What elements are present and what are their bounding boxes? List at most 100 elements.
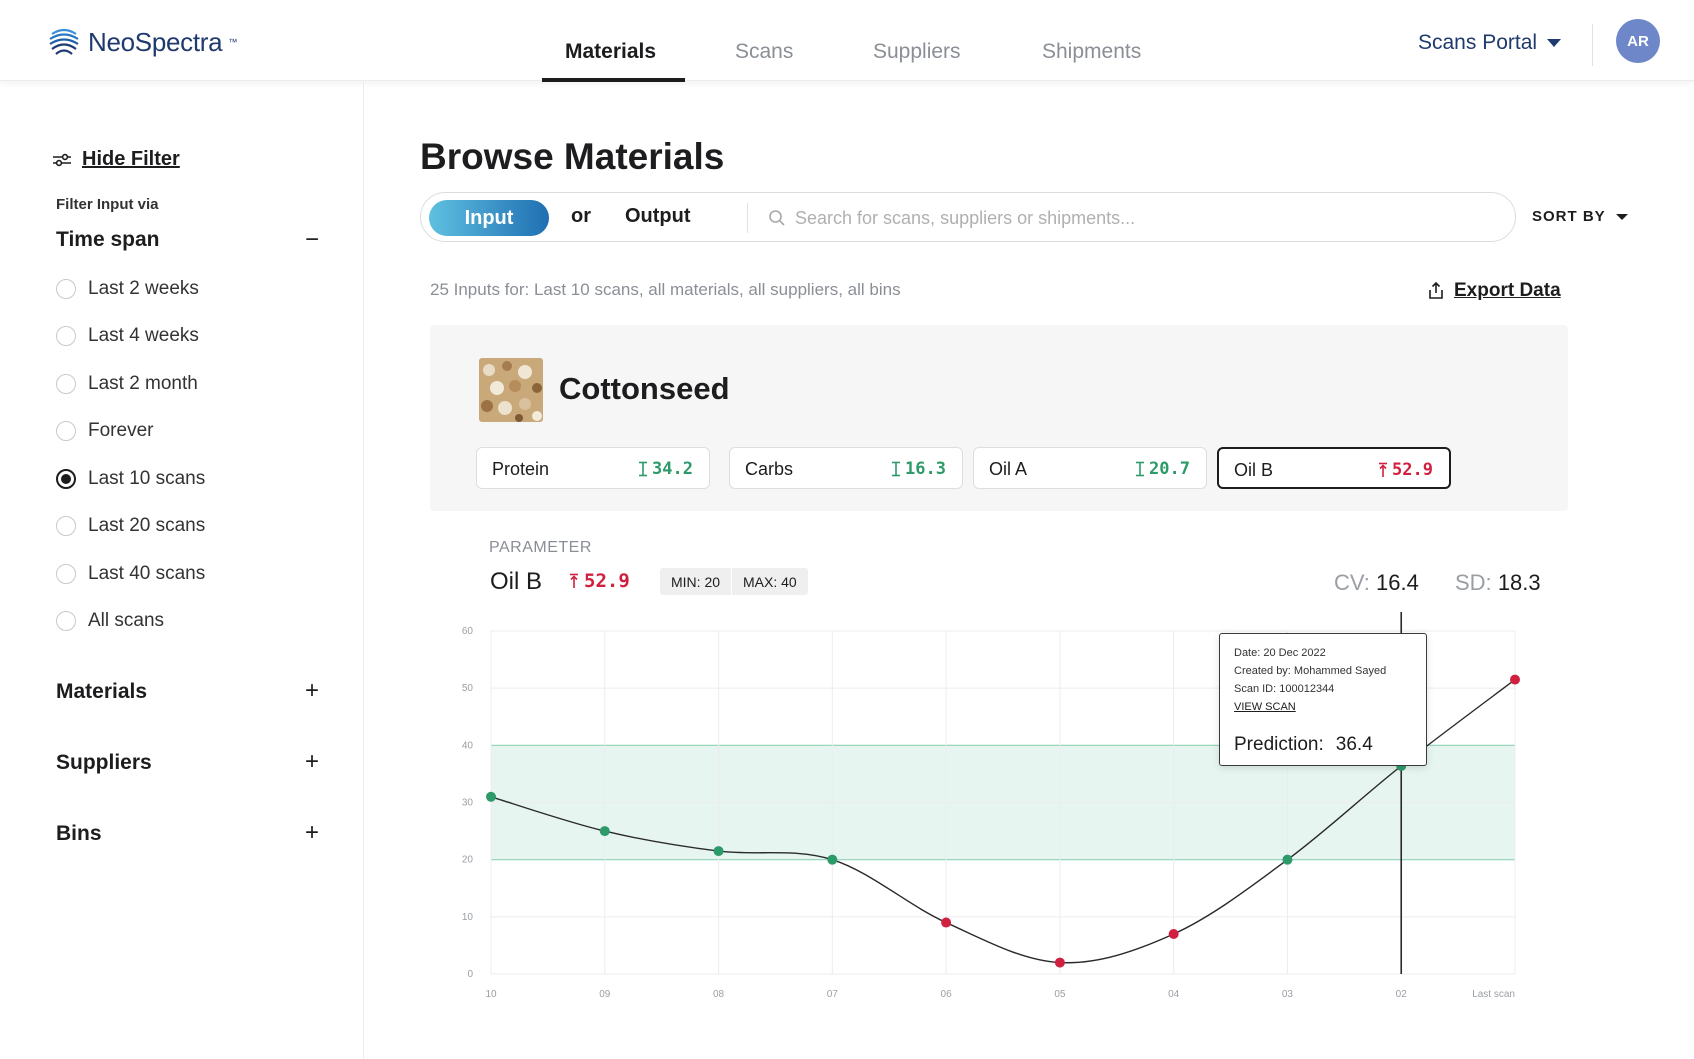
tooltip-scan-id: Scan ID: 100012344: [1234, 683, 1335, 695]
chip-number: 20.7: [1149, 459, 1190, 479]
radio-button-checked[interactable]: [56, 469, 76, 489]
chip-value: 34.2: [637, 459, 693, 479]
expand-icon[interactable]: +: [305, 750, 319, 774]
y-tick-label: 20: [462, 855, 474, 866]
time-span-option-selected[interactable]: Last 10 scans: [56, 468, 205, 490]
above-range-icon: [570, 573, 578, 588]
brand-trademark: ™: [228, 37, 238, 47]
tab-shipments[interactable]: Shipments: [1042, 40, 1141, 64]
output-toggle-button[interactable]: Output: [625, 205, 691, 228]
radio-button[interactable]: [56, 611, 76, 631]
tab-materials[interactable]: Materials: [565, 40, 656, 64]
min-max-badge: MIN: 20 MAX: 40: [660, 568, 808, 595]
filter-via-label: Filter Input via: [56, 196, 159, 213]
time-span-option[interactable]: Forever: [56, 420, 153, 442]
result-summary: 25 Inputs for: Last 10 scans, all materi…: [430, 280, 901, 299]
material-card: Cottonseed Protein 34.2 Carbs 16.3 Oil A: [430, 325, 1568, 511]
export-data-label: Export Data: [1454, 280, 1561, 301]
search-input[interactable]: [795, 203, 1475, 233]
time-span-option[interactable]: Last 20 scans: [56, 515, 205, 537]
data-point-in-range: [713, 846, 724, 857]
sort-by-label: SORT BY: [1532, 208, 1606, 225]
x-tick-label: 05: [1054, 989, 1066, 1000]
bins-filter-heading[interactable]: Bins: [56, 822, 102, 846]
radio-button[interactable]: [56, 564, 76, 584]
data-point-out-of-range: [1054, 957, 1065, 968]
radio-button[interactable]: [56, 326, 76, 346]
cv-stat: CV: 16.4: [1334, 570, 1419, 596]
data-point-in-range: [827, 854, 838, 865]
time-span-option[interactable]: Last 2 weeks: [56, 278, 199, 300]
cv-label: CV:: [1334, 570, 1370, 595]
parameter-chip-oil-b[interactable]: Oil B 52.9: [1217, 447, 1451, 489]
radio-label: Last 2 month: [88, 373, 198, 394]
view-scan-link[interactable]: VIEW SCAN: [1234, 701, 1296, 713]
active-tab-indicator: [542, 78, 685, 82]
radio-label: Last 2 weeks: [88, 278, 199, 299]
x-tick-label: 02: [1396, 989, 1408, 1000]
brand-logo[interactable]: NeoSpectra ™: [46, 24, 237, 60]
data-point-in-range: [486, 791, 496, 802]
tooltip-prediction: Prediction: 36.4: [1234, 734, 1373, 756]
neospectra-logo-icon: [49, 28, 79, 55]
chip-label: Oil A: [989, 459, 1028, 479]
tooltip-created-by: Created by: Mohammed Sayed: [1234, 665, 1387, 677]
y-tick-label: 60: [462, 626, 474, 637]
export-data-link[interactable]: Export Data: [1426, 280, 1561, 302]
time-span-option[interactable]: Last 4 weeks: [56, 325, 199, 347]
hide-filter-label: Hide Filter: [82, 148, 180, 170]
parameter-chip-oil-a[interactable]: Oil A 20.7: [973, 447, 1207, 489]
in-range-icon: [639, 461, 648, 477]
x-tick-label: 08: [713, 989, 725, 1000]
chip-label: Carbs: [745, 459, 794, 479]
collapse-icon[interactable]: −: [305, 228, 319, 252]
material-name: Cottonseed: [559, 371, 730, 406]
time-span-option[interactable]: Last 40 scans: [56, 563, 205, 585]
radio-button[interactable]: [56, 374, 76, 394]
hide-filter-link[interactable]: Hide Filter: [52, 148, 180, 171]
input-toggle-button[interactable]: Input: [429, 200, 549, 236]
time-span-heading[interactable]: Time span: [56, 228, 159, 252]
radio-button[interactable]: [56, 516, 76, 536]
parameter-chip-protein[interactable]: Protein 34.2: [476, 447, 710, 489]
y-tick-label: 10: [462, 912, 474, 923]
search-icon: [769, 210, 785, 226]
tab-suppliers[interactable]: Suppliers: [873, 40, 961, 64]
data-point-out-of-range: [1510, 674, 1520, 685]
radio-button[interactable]: [56, 279, 76, 299]
radio-button[interactable]: [56, 421, 76, 441]
portal-selector[interactable]: Scans Portal: [1418, 31, 1562, 55]
x-tick-label: 04: [1168, 989, 1180, 1000]
chip-number: 34.2: [652, 459, 693, 479]
materials-filter-heading[interactable]: Materials: [56, 680, 147, 704]
chip-value: 52.9: [1377, 460, 1433, 480]
prediction-value: 36.4: [1335, 734, 1373, 755]
scan-tooltip: Date: 20 Dec 2022 Created by: Mohammed S…: [1219, 633, 1427, 766]
chip-value: 16.3: [890, 459, 946, 479]
time-span-option[interactable]: Last 2 month: [56, 373, 198, 395]
above-range-icon: [1379, 462, 1388, 477]
expand-icon[interactable]: +: [305, 679, 319, 703]
chip-label: Protein: [492, 459, 550, 479]
time-span-option[interactable]: All scans: [56, 610, 164, 632]
x-tick-label: Last scan: [1472, 989, 1515, 1000]
radio-label: Last 4 weeks: [88, 325, 199, 346]
segment-or-label: or: [571, 205, 591, 227]
chip-label: Oil B: [1234, 460, 1274, 480]
brand-name: NeoSpectra: [88, 26, 223, 57]
top-bar: NeoSpectra ™ Materials Scans Suppliers Sh…: [0, 0, 1694, 82]
expand-icon[interactable]: +: [305, 821, 319, 845]
sort-by-dropdown[interactable]: SORT BY: [1532, 208, 1628, 225]
tab-scans[interactable]: Scans: [735, 40, 793, 64]
parameter-chip-carbs[interactable]: Carbs 16.3: [729, 447, 963, 489]
x-tick-label: 10: [485, 989, 497, 1000]
cv-value: 16.4: [1375, 570, 1419, 595]
divider: [1592, 24, 1593, 66]
material-thumbnail: [479, 358, 543, 422]
sd-value: 18.3: [1497, 570, 1541, 595]
y-tick-label: 30: [462, 798, 474, 809]
chevron-down-icon: [1615, 213, 1628, 220]
suppliers-filter-heading[interactable]: Suppliers: [56, 751, 152, 775]
avatar[interactable]: AR: [1616, 19, 1660, 63]
chip-value: 20.7: [1134, 459, 1190, 479]
